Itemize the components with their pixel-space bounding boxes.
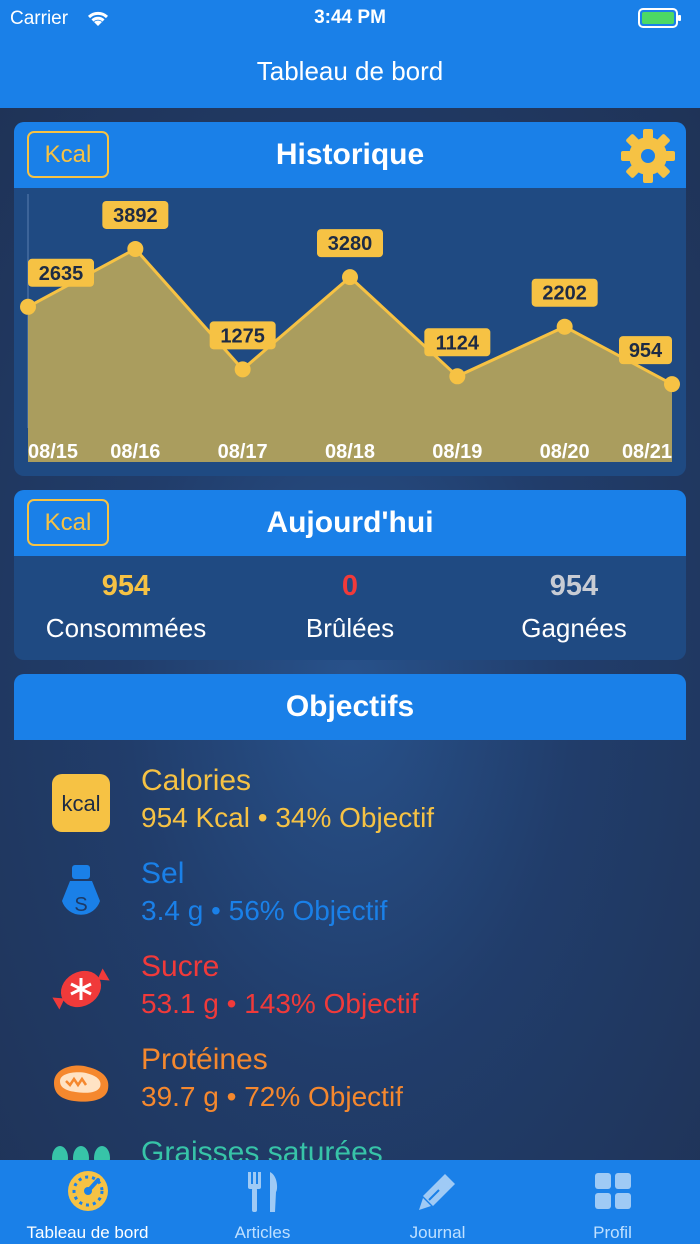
x-tick-label: 08/21 [622, 441, 672, 463]
today-card: Aujourd'hui Kcal 954 Consommées 0 Brûlée… [14, 490, 686, 660]
data-point [234, 361, 251, 378]
data-point [449, 368, 466, 385]
today-unit-button[interactable]: Kcal [27, 499, 109, 546]
data-point [556, 318, 573, 335]
x-tick-label: 08/18 [325, 441, 375, 463]
gear-icon[interactable] [620, 128, 676, 184]
goal-name: Sel [141, 857, 185, 890]
tab-label: Journal [409, 1223, 466, 1242]
goals-card: Objectifs kcal Calories 954 Kcal • 34% O… [14, 674, 686, 1174]
salt-shaker-icon: S [62, 865, 100, 916]
stat-consumed-value: 954 [101, 570, 151, 602]
stat-burned-value: 0 [341, 570, 359, 602]
status-bar: Carrier 3:44 PM [0, 0, 700, 36]
data-label: 3892 [113, 205, 158, 227]
stat-gained-label: Gagnées [521, 613, 627, 643]
tab-profile[interactable]: Profil [525, 1160, 700, 1244]
data-label: 954 [629, 340, 663, 362]
goal-name: Calories [141, 764, 252, 797]
x-tick-label: 08/17 [218, 441, 268, 463]
goal-detail: 3.4 g • 56% Objectif [141, 895, 388, 926]
tab-label: Profil [593, 1223, 632, 1242]
x-tick-label: 08/16 [110, 441, 160, 463]
data-point [20, 298, 36, 315]
tab-bar: Tableau de bord Articles Journal Profil [0, 1160, 700, 1244]
data-label: 3280 [328, 233, 373, 255]
goals-title: Objectifs [285, 690, 415, 723]
kcal-icon: kcal [52, 774, 110, 832]
goal-name: Sucre [141, 950, 220, 983]
stat-gained: 954 Gagnées [462, 570, 686, 644]
fork-knife-icon [248, 1172, 278, 1212]
stat-gained-value: 954 [549, 570, 599, 602]
salt-icon-text: S [74, 894, 87, 916]
top-bar: Carrier 3:44 PM Tableau de bord [0, 0, 700, 108]
history-title: Historique [275, 138, 425, 171]
speedometer-icon [68, 1171, 108, 1211]
x-tick-label: 08/19 [432, 441, 482, 463]
goal-protein[interactable]: Protéines 39.7 g • 72% Objectif [14, 1043, 686, 1139]
page-title: Tableau de bord [256, 56, 444, 86]
goal-detail: 53.1 g • 143% Objectif [141, 988, 419, 1019]
battery-icon [638, 8, 681, 28]
goal-calories[interactable]: kcal Calories 954 Kcal • 34% Objectif [14, 764, 686, 860]
clock: 3:44 PM [314, 7, 386, 28]
goal-name: Protéines [141, 1043, 268, 1076]
pen-icon [419, 1174, 455, 1210]
candy-icon [52, 968, 110, 1010]
stat-consumed: 954 Consommées [14, 570, 238, 644]
goal-salt[interactable]: S Sel 3.4 g • 56% Objectif [14, 857, 686, 953]
data-label: 1275 [220, 325, 265, 347]
data-point [342, 269, 358, 286]
history-card: Historique Kcal 2635 3892 1275 3280 1124 2202… [14, 122, 686, 476]
data-label: 2635 [39, 263, 84, 285]
goal-sugar[interactable]: Sucre 53.1 g • 143% Objectif [14, 950, 686, 1046]
x-tick-label: 08/15 [28, 441, 78, 463]
tab-label: Articles [234, 1223, 291, 1242]
history-unit-button[interactable]: Kcal [27, 131, 109, 178]
data-label: 2202 [542, 283, 587, 305]
grid-icon [595, 1173, 631, 1209]
stat-burned: 0 Brûlées [238, 570, 462, 644]
goal-detail: 954 Kcal • 34% Objectif [141, 802, 435, 833]
data-label: 1124 [436, 332, 480, 354]
tab-articles[interactable]: Articles [175, 1160, 350, 1244]
kcal-icon-text: kcal [61, 791, 100, 816]
tab-label: Tableau de bord [26, 1223, 149, 1242]
stat-burned-label: Brûlées [305, 613, 395, 643]
goal-detail: 39.7 g • 72% Objectif [141, 1081, 403, 1112]
data-point [127, 240, 144, 257]
stat-consumed-label: Consommées [45, 613, 207, 643]
tab-journal[interactable]: Journal [350, 1160, 525, 1244]
history-chart: 2635 3892 1275 3280 1124 2202 954 08/15 08/16 08/… [20, 194, 680, 463]
tab-dashboard[interactable]: Tableau de bord [0, 1160, 175, 1244]
today-title: Aujourd'hui [266, 506, 434, 539]
x-tick-label: 08/20 [540, 441, 590, 463]
data-point [664, 376, 680, 393]
steak-icon [54, 1065, 109, 1102]
